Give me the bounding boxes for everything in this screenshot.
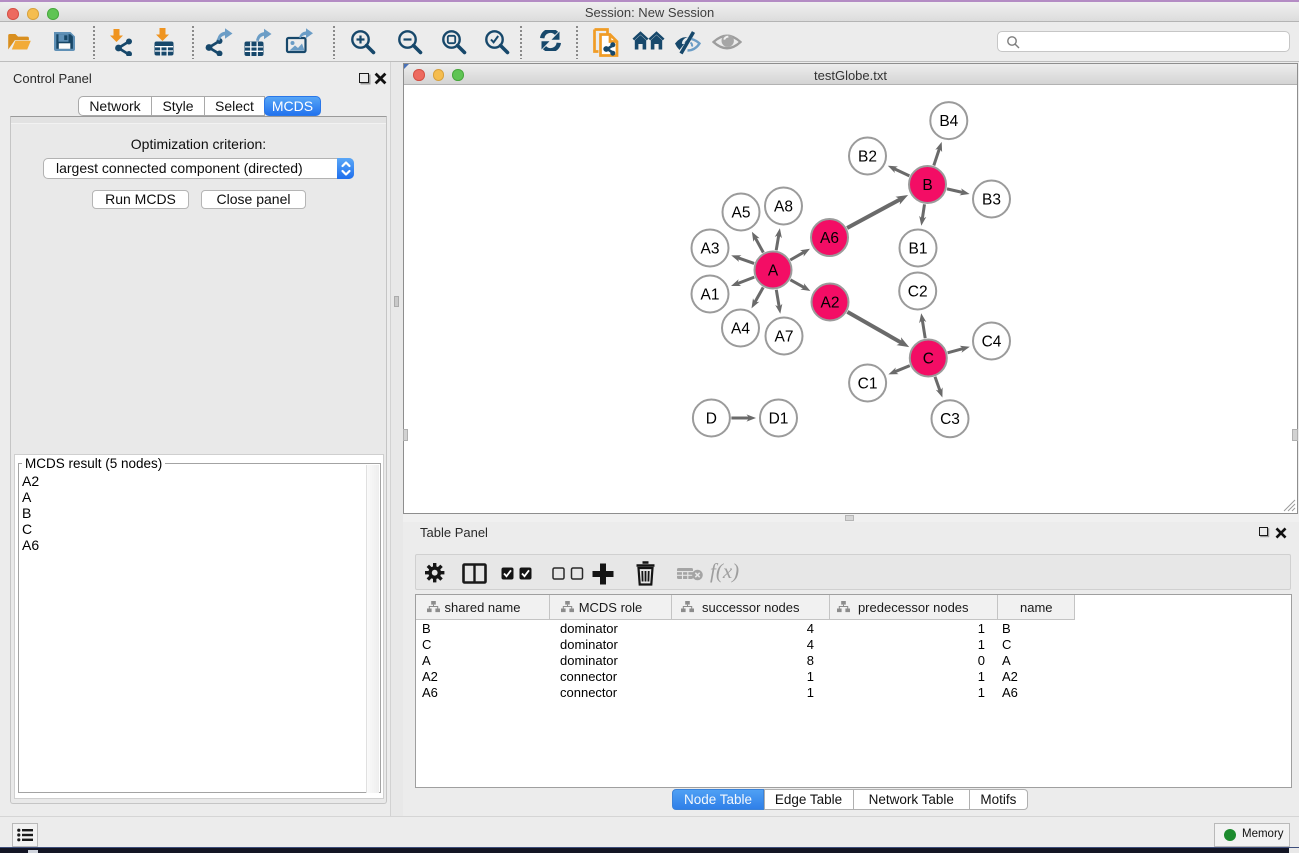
svg-text:C3: C3 xyxy=(940,411,960,428)
svg-text:A7: A7 xyxy=(775,329,794,346)
svg-text:A6: A6 xyxy=(820,230,839,247)
svg-text:A5: A5 xyxy=(732,205,751,222)
svg-text:A2: A2 xyxy=(821,295,840,312)
svg-text:A4: A4 xyxy=(731,321,750,338)
svg-text:C2: C2 xyxy=(908,284,928,301)
svg-text:B3: B3 xyxy=(982,192,1001,209)
svg-text:C4: C4 xyxy=(982,334,1002,351)
svg-text:A: A xyxy=(768,263,779,280)
svg-text:B: B xyxy=(922,177,932,194)
svg-text:A8: A8 xyxy=(774,199,793,216)
svg-text:B1: B1 xyxy=(909,241,928,258)
svg-text:D: D xyxy=(706,411,717,428)
svg-text:A1: A1 xyxy=(701,287,720,304)
svg-text:C: C xyxy=(923,351,934,368)
svg-text:B2: B2 xyxy=(858,149,877,166)
svg-text:C1: C1 xyxy=(858,376,878,393)
svg-text:A3: A3 xyxy=(701,241,720,258)
svg-text:D1: D1 xyxy=(769,411,789,428)
svg-text:B4: B4 xyxy=(939,113,958,130)
